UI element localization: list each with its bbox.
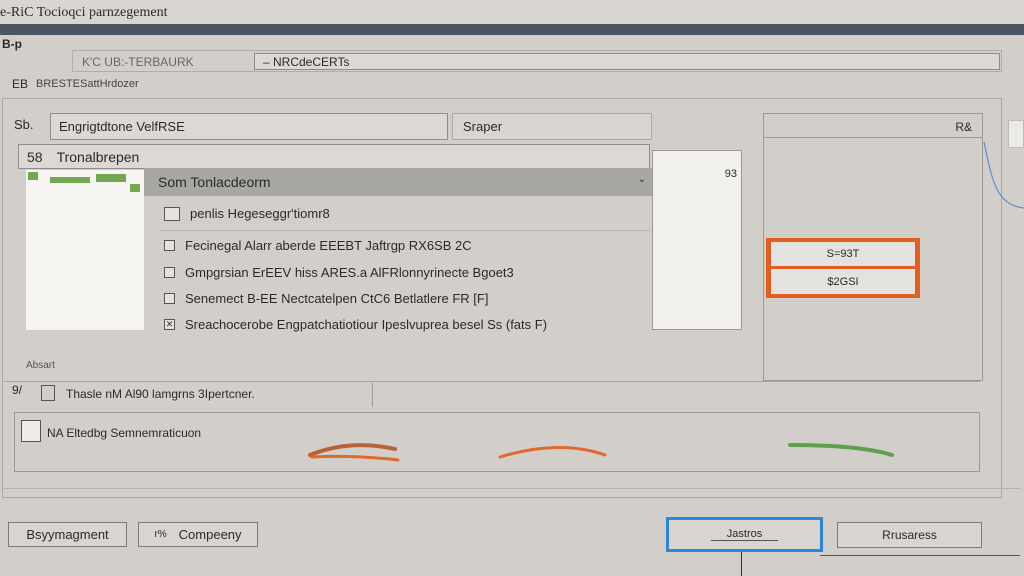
secondary-button-label: Rrusaress (882, 528, 937, 542)
footer-button-label: Compeeny (178, 527, 242, 542)
search-icon: Sb. (14, 117, 34, 132)
tree-header[interactable]: 58 Tronalbrepen (18, 144, 650, 169)
search-input[interactable]: Engrigtdtone VelfRSE (50, 113, 448, 140)
group-label: NA Eltedbg Semnemraticuon (47, 426, 202, 440)
status-checkbox[interactable] (41, 385, 55, 401)
tree-label: Tronalbrepen (56, 148, 140, 165)
list-item[interactable]: Fecinegal Alarr aberde EEEBT Jaftrgp RX6… (164, 238, 472, 253)
list-item-label: penlis Hegeseggr'tiomr8 (190, 206, 330, 221)
divider (160, 230, 650, 231)
status-label: Absart (26, 360, 55, 371)
section-icon: EB (12, 77, 29, 91)
checkbox[interactable] (164, 293, 175, 304)
option-label: S=93T (826, 248, 860, 260)
right-panel-title: R& (955, 120, 972, 134)
option-box: S=93T $2GSI (766, 238, 920, 298)
section-label: BRESTESattHrdozer (36, 78, 139, 90)
group-checkbox[interactable] (21, 420, 41, 442)
search-button-label: Sraper (463, 119, 503, 134)
status-text: Thasle nM Al90 lamgrns 3Ipertcner. (66, 387, 255, 401)
option-button[interactable]: S=93T (771, 242, 915, 266)
title-bar: e-RiC Tocioqci parnzegement (0, 0, 1024, 24)
tree-number: 58 (27, 148, 43, 165)
curve-brown (308, 443, 397, 457)
checkbox[interactable] (164, 240, 175, 251)
status-icon: 9/ (12, 383, 23, 397)
footer-button-1[interactable]: Bsyymagment (8, 522, 127, 547)
primary-button[interactable]: Jastros (666, 517, 823, 552)
curve-orange (498, 445, 607, 459)
checkbox[interactable] (164, 267, 175, 278)
company-icon: r% (154, 529, 167, 540)
thumbnail-block (130, 184, 140, 192)
curve-orange-low (310, 454, 400, 462)
divider (820, 555, 1020, 556)
checkbox-checked[interactable]: ✕ (164, 319, 175, 330)
header-strip (0, 24, 1024, 35)
search-input-value: Engrigtdtone VelfRSE (59, 119, 185, 134)
list-header[interactable]: Som Tonlacdeorm ⌄ (144, 168, 652, 196)
list-item-label: Senemect B-EE Nectcatelpen CtC6 Betlatle… (185, 291, 489, 306)
list-item-label: Gmpgrsian ErEEV hiss ARES.a AlFRlonnyrin… (185, 265, 514, 280)
cursor-line (741, 552, 742, 576)
list-header-label: Som Tonlacdeorm (158, 174, 271, 190)
list-item[interactable]: ✕ Sreachocerobe Engpatchatiotiour Ipeslvu… (164, 317, 547, 332)
list-item[interactable]: Gmpgrsian ErEEV hiss ARES.a AlFRlonnyrin… (164, 265, 514, 280)
thumbnail-preview (26, 170, 144, 330)
chevron-down-icon[interactable]: ⌄ (638, 174, 646, 185)
list-scroll-area[interactable]: 93 (652, 150, 742, 330)
thumbnail-block (28, 172, 38, 180)
list-item-label: Fecinegal Alarr aberde EEEBT Jaftrgp RX6… (185, 238, 472, 253)
curve-green (788, 443, 894, 457)
divider (4, 381, 980, 382)
search-button[interactable]: Sraper (452, 113, 652, 140)
divider (4, 488, 1020, 489)
menu-item[interactable]: B-p (2, 37, 22, 51)
secondary-button[interactable]: Rrusaress (837, 522, 982, 548)
list-item[interactable]: penlis Hegeseggr'tiomr8 (164, 206, 330, 221)
footer-button-label: Bsyymagment (26, 527, 109, 542)
thumbnail-block (96, 174, 126, 182)
connector-line (983, 141, 1024, 209)
list-item-label: Sreachocerobe Engpatchatiotiour Ipeslvup… (185, 317, 548, 332)
toolbar-field-text: – NRCdeCERTs (263, 54, 350, 69)
primary-button-label: Jastros (710, 528, 779, 541)
right-panel-header: R& (764, 114, 982, 138)
toolbar-field[interactable]: – NRCdeCERTs (254, 53, 1000, 70)
divider (372, 383, 373, 407)
toolbar-left-text[interactable]: K'C UB:-TERBAURK (82, 55, 194, 69)
window-title: e-RiC Tocioqci parnzegement (0, 5, 168, 20)
list-item[interactable]: Senemect B-EE Nectcatelpen CtC6 Betlatle… (164, 291, 488, 306)
thumbnail-block (50, 177, 90, 183)
swatch-curves (308, 443, 894, 462)
scroll-value: 93 (724, 168, 737, 180)
option-label: $2GSI (827, 275, 859, 288)
footer-button-2[interactable]: r% Compeeny (138, 522, 258, 547)
option-button[interactable]: $2GSI (771, 269, 915, 294)
